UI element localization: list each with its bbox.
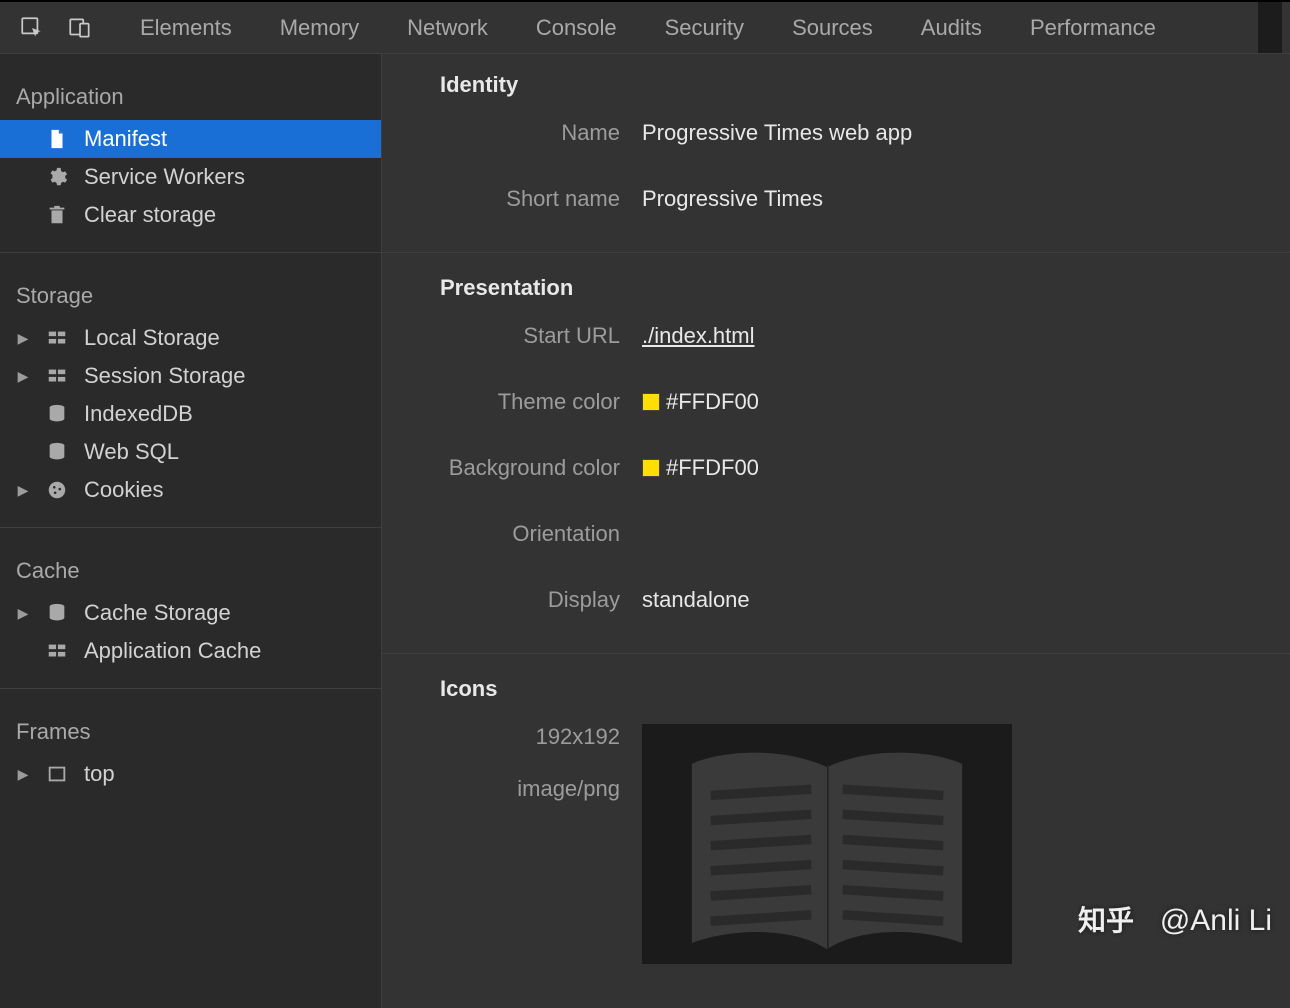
sidebar-item-clear-storage[interactable]: ▶ Clear storage: [0, 196, 381, 234]
group-title-identity: Identity: [382, 72, 1290, 120]
section-storage: Storage: [0, 271, 381, 319]
sidebar-item-cache-storage[interactable]: ▶ Cache Storage: [0, 594, 381, 632]
file-icon: [44, 126, 70, 152]
tab-network[interactable]: Network: [383, 2, 512, 53]
group-title-presentation: Presentation: [382, 275, 1290, 323]
presentation-group: Presentation Start URL ./index.html Them…: [382, 275, 1290, 613]
expand-arrow-icon[interactable]: ▶: [16, 605, 30, 622]
value-short-name: Progressive Times: [642, 186, 823, 212]
row-display: Display standalone: [382, 587, 1290, 613]
zhihu-logo-icon: 知乎: [1078, 904, 1150, 938]
section-cache: Cache: [0, 546, 381, 594]
divider: [382, 252, 1290, 253]
sidebar-item-label: Service Workers: [84, 164, 245, 190]
sidebar-item-top-frame[interactable]: ▶ top: [0, 755, 381, 793]
row-background-color: Background color #FFDF00: [382, 455, 1290, 481]
sidebar-item-local-storage[interactable]: ▶ Local Storage: [0, 319, 381, 357]
grid-icon: [44, 325, 70, 351]
sidebar-item-label: Cookies: [84, 477, 163, 503]
gear-icon: [44, 164, 70, 190]
row-theme-color: Theme color #FFDF00: [382, 389, 1290, 415]
sidebar-item-application-cache[interactable]: ▶ Application Cache: [0, 632, 381, 670]
frame-icon: [44, 761, 70, 787]
sidebar-item-cookies[interactable]: ▶ Cookies: [0, 471, 381, 509]
icon-mime: image/png: [382, 776, 620, 802]
section-frames: Frames: [0, 707, 381, 755]
sidebar-item-service-workers[interactable]: ▶ Service Workers: [0, 158, 381, 196]
sidebar-item-web-sql[interactable]: ▶ Web SQL: [0, 433, 381, 471]
label-display: Display: [382, 587, 642, 613]
tab-security[interactable]: Security: [641, 2, 768, 53]
group-title-icons: Icons: [382, 676, 1290, 724]
app-icon-preview: [642, 724, 1012, 964]
value-theme-color: #FFDF00: [666, 389, 759, 415]
label-orientation: Orientation: [382, 521, 642, 547]
sidebar-item-indexeddb[interactable]: ▶ IndexedDB: [0, 395, 381, 433]
database-icon: [44, 600, 70, 626]
section-application: Application: [0, 72, 381, 120]
tab-performance[interactable]: Performance: [1006, 2, 1180, 53]
divider: [382, 653, 1290, 654]
watermark: 知乎 @Anli Li: [1078, 904, 1272, 938]
sidebar-item-label: Manifest: [84, 126, 167, 152]
row-start-url: Start URL ./index.html: [382, 323, 1290, 349]
divider: [0, 688, 381, 689]
sidebar-item-label: Local Storage: [84, 325, 220, 351]
devtools-tabbar: Elements Memory Network Console Security…: [0, 0, 1290, 54]
row-name: Name Progressive Times web app: [382, 120, 1290, 146]
cookie-icon: [44, 477, 70, 503]
expand-arrow-icon[interactable]: ▶: [16, 368, 30, 385]
grid-icon: [44, 363, 70, 389]
toggle-device-toolbar-button[interactable]: [56, 4, 104, 52]
label-name: Name: [382, 120, 642, 146]
link-start-url[interactable]: ./index.html: [642, 323, 755, 349]
database-icon: [44, 439, 70, 465]
label-start-url: Start URL: [382, 323, 642, 349]
database-icon: [44, 401, 70, 427]
tab-memory[interactable]: Memory: [256, 2, 383, 53]
open-book-icon: [657, 742, 997, 962]
sidebar-item-label: Cache Storage: [84, 600, 231, 626]
value-display: standalone: [642, 587, 750, 613]
expand-arrow-icon[interactable]: ▶: [16, 482, 30, 499]
label-short-name: Short name: [382, 186, 642, 212]
sidebar-item-label: Web SQL: [84, 439, 179, 465]
watermark-text: @Anli Li: [1160, 904, 1272, 938]
sidebar-item-manifest[interactable]: ▶ Manifest: [0, 120, 381, 158]
sidebar-item-label: top: [84, 761, 115, 787]
expand-arrow-icon[interactable]: ▶: [16, 330, 30, 347]
expand-arrow-icon[interactable]: ▶: [16, 766, 30, 783]
application-sidebar: Application ▶ Manifest ▶ Service Workers…: [0, 54, 382, 1008]
trash-icon: [44, 202, 70, 228]
tab-elements[interactable]: Elements: [116, 2, 256, 53]
tab-console[interactable]: Console: [512, 2, 641, 53]
sidebar-item-session-storage[interactable]: ▶ Session Storage: [0, 357, 381, 395]
divider: [0, 527, 381, 528]
value-background-color: #FFDF00: [666, 455, 759, 481]
value-name: Progressive Times web app: [642, 120, 912, 146]
sidebar-item-label: Clear storage: [84, 202, 216, 228]
tab-sources[interactable]: Sources: [768, 2, 897, 53]
tab-audits[interactable]: Audits: [897, 2, 1006, 53]
identity-group: Identity Name Progressive Times web app …: [382, 72, 1290, 212]
sidebar-item-label: IndexedDB: [84, 401, 193, 427]
theme-color-swatch: [642, 393, 660, 411]
label-background-color: Background color: [382, 455, 642, 481]
sidebar-item-label: Session Storage: [84, 363, 245, 389]
inspect-element-button[interactable]: [8, 4, 56, 52]
row-orientation: Orientation: [382, 521, 1290, 547]
bg-color-swatch: [642, 459, 660, 477]
manifest-content: Identity Name Progressive Times web app …: [382, 54, 1290, 1008]
sidebar-item-label: Application Cache: [84, 638, 261, 664]
grid-icon: [44, 638, 70, 664]
icon-size: 192x192: [382, 724, 620, 750]
tab-overflow-handle[interactable]: [1258, 2, 1282, 53]
divider: [0, 252, 381, 253]
row-short-name: Short name Progressive Times: [382, 186, 1290, 212]
label-theme-color: Theme color: [382, 389, 642, 415]
devtools-tabs: Elements Memory Network Console Security…: [116, 2, 1180, 53]
svg-text:知乎: 知乎: [1078, 904, 1134, 936]
